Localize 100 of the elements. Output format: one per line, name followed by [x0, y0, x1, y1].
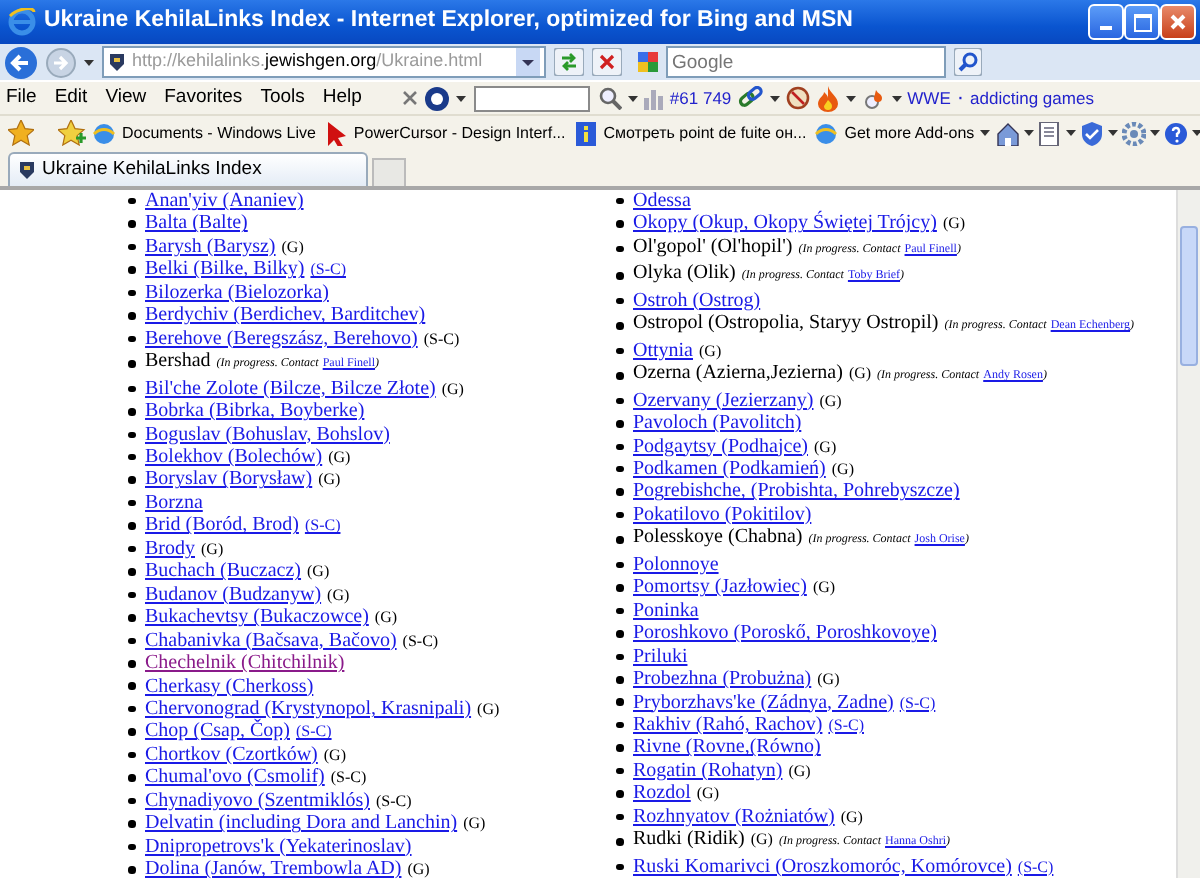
town-link[interactable]: Ozervany (Jezierzany) [633, 389, 814, 413]
toolbar-link[interactable]: addicting games [970, 85, 1094, 111]
menu-item[interactable]: View [99, 83, 153, 113]
caret-icon[interactable] [1108, 130, 1119, 136]
town-link[interactable]: Belki (Bilke, Bilky) [145, 258, 305, 282]
town-link[interactable]: Boguslav (Bohuslav, Bohslov) [145, 423, 390, 446]
town-link[interactable]: Pogrebishche, (Probishta, Pohrebyszcze) [633, 480, 960, 504]
refresh-icon[interactable] [554, 48, 584, 76]
toolbar-search-field[interactable] [473, 85, 590, 111]
town-link[interactable]: Pomortsy (Jazłowiec) [633, 576, 807, 600]
caret-icon[interactable] [1024, 130, 1035, 136]
source-link[interactable]: (S-C) [310, 258, 346, 282]
town-link[interactable]: Chynadiyovo (Szentmiklós) [145, 789, 370, 813]
town-link[interactable]: Pokatilovo (Pokitilov) [633, 503, 812, 527]
town-link[interactable]: Boryslav (Borysław) [145, 468, 313, 492]
town-link[interactable]: Priluki [633, 645, 688, 669]
town-link[interactable]: Podgaytsy (Podhajce) [633, 435, 808, 458]
stop-icon[interactable] [592, 48, 622, 76]
source-link[interactable]: (S-C) [899, 691, 936, 714]
close-button[interactable] [1160, 4, 1196, 40]
source-link[interactable]: (S-C) [1017, 855, 1054, 879]
town-link[interactable]: Probezhna (Probużna) [633, 668, 812, 692]
source-link[interactable]: (S-C) [304, 514, 341, 538]
town-link[interactable]: Ottynia [633, 339, 693, 363]
town-link[interactable]: Brody [145, 537, 195, 561]
scroll-bar[interactable] [1176, 190, 1200, 878]
town-link[interactable]: Delvatin (including Dora and Lanchin) [145, 812, 458, 836]
caret-icon[interactable] [891, 95, 902, 101]
search-icon[interactable] [597, 86, 622, 110]
caret-icon[interactable] [1192, 130, 1200, 136]
town-link[interactable]: Berehove (Beregszász, Berehovo) [145, 327, 418, 351]
favorite-link[interactable]: Смотреть point de fuite он... [571, 121, 809, 145]
town-link[interactable]: Barysh (Barysz) [145, 235, 276, 259]
menu-item[interactable]: Favorites [158, 83, 249, 113]
menu-item[interactable]: File [0, 83, 43, 113]
town-link[interactable]: Rakhiv (Rahó, Rachov) [633, 713, 823, 737]
address-field[interactable]: http://kehilalinks.jewishgen.org/Ukraine.html [102, 46, 546, 78]
favorites-star-icon[interactable] [8, 120, 34, 146]
town-link[interactable]: Chumal'ovo (Csmolif) [145, 766, 325, 790]
help-icon[interactable] [1164, 121, 1189, 145]
caret-icon[interactable] [1066, 130, 1077, 136]
town-link[interactable]: Cherkasy (Cherkoss) [145, 675, 314, 698]
chain-link-icon[interactable] [737, 86, 764, 110]
town-link[interactable]: Buchach (Buczacz) [145, 560, 302, 584]
town-link[interactable]: Chortkov (Czortków) [145, 743, 318, 767]
town-link[interactable]: Poninka [633, 599, 699, 623]
town-link[interactable]: Balta (Balte) [145, 212, 248, 236]
town-link[interactable]: Odessa [633, 190, 691, 213]
town-link[interactable]: Budanov (Budzanyw) [145, 583, 322, 607]
menu-item[interactable]: Tools [254, 83, 311, 113]
source-link[interactable]: (S-C) [296, 720, 332, 744]
town-link[interactable]: Okopy (Okup, Okopy Świętej Trójcy) [633, 212, 937, 236]
town-link[interactable]: Rivne (Rovne,(Równo) [633, 736, 821, 760]
town-link[interactable]: Bukachevtsy (Bukaczowce) [145, 606, 369, 630]
caret-icon[interactable] [84, 59, 94, 65]
town-link[interactable]: Chervonograd (Krystynopol, Krasnipali) [145, 697, 472, 721]
visited-town-link[interactable]: Chechelnik (Chitchilnik) [145, 652, 345, 676]
search-field[interactable]: Google [666, 46, 946, 78]
town-link[interactable]: Polonnoye [633, 553, 719, 577]
town-link[interactable]: Pryborzhavs'ke (Zádnya, Zadne) [633, 691, 894, 714]
close-toolbar-icon[interactable] [401, 90, 418, 106]
favorite-link[interactable]: Documents - Windows Live [90, 121, 318, 145]
town-link[interactable]: Rozdol [633, 782, 691, 806]
town-link[interactable]: Bilozerka (Bielozorka) [145, 281, 329, 305]
page-icon[interactable] [1038, 121, 1063, 145]
town-link[interactable]: Dnipropetrovs'k (Yekaterinoslav) [145, 835, 412, 859]
menu-item[interactable]: Edit [48, 83, 94, 113]
town-link[interactable]: Bolekhov (Bolechów) [145, 445, 323, 469]
caret-icon[interactable] [769, 95, 780, 101]
caret-icon[interactable] [1150, 130, 1161, 136]
town-link[interactable]: Pavoloch (Pavolitch) [633, 412, 802, 436]
town-link[interactable]: Dolina (Janów, Trembowla AD) [145, 858, 402, 882]
town-link[interactable]: Ostroh (Ostrog) [633, 289, 761, 313]
town-link[interactable]: Anan'yiv (Ananiev) [145, 190, 304, 213]
source-link[interactable]: (S-C) [828, 713, 864, 737]
back-button[interactable] [4, 45, 38, 79]
town-link[interactable]: Berdychiv (Berdichev, Barditchev) [145, 304, 426, 328]
town-link[interactable]: Borzna [145, 491, 203, 515]
maximize-button[interactable] [1124, 4, 1160, 40]
caret-icon[interactable] [627, 95, 638, 101]
town-link[interactable]: Rozhnyatov (Rożniatów) [633, 805, 835, 829]
shield-icon[interactable] [1080, 121, 1105, 145]
minimize-button[interactable] [1088, 4, 1124, 40]
town-link[interactable]: Podkamen (Podkamień) [633, 457, 826, 481]
home-icon[interactable] [996, 121, 1021, 145]
toolbar-link[interactable]: WWE [907, 85, 951, 111]
favorite-link[interactable]: PowerCursor - Design Interf... [321, 121, 568, 145]
town-link[interactable]: Bil'che Zolote (Bilcze, Bilcze Złote) [145, 377, 436, 401]
add-favorite-icon[interactable] [58, 120, 86, 146]
town-link[interactable]: Ruski Komarivci (Oroszkomoróc, Komórovce) [633, 855, 1012, 879]
town-link[interactable]: Rogatin (Rohatyn) [633, 759, 783, 783]
town-link[interactable]: Chop (Csap, Čop) [145, 720, 290, 744]
town-link[interactable]: Chabanivka (Bačsava, Bačovo) [145, 629, 397, 653]
favorite-link[interactable]: Get more Add-ons [812, 121, 993, 145]
town-link[interactable]: Brid (Boród, Brod) [145, 514, 299, 538]
town-link[interactable]: Bobrka (Bibrka, Boyberke) [145, 400, 365, 424]
menu-item[interactable]: Help [316, 83, 368, 113]
caret-icon[interactable] [845, 95, 856, 101]
town-link[interactable]: Poroshkovo (Poroskő, Poroshkovoye) [633, 622, 937, 646]
scroll-thumb[interactable] [1180, 226, 1198, 366]
